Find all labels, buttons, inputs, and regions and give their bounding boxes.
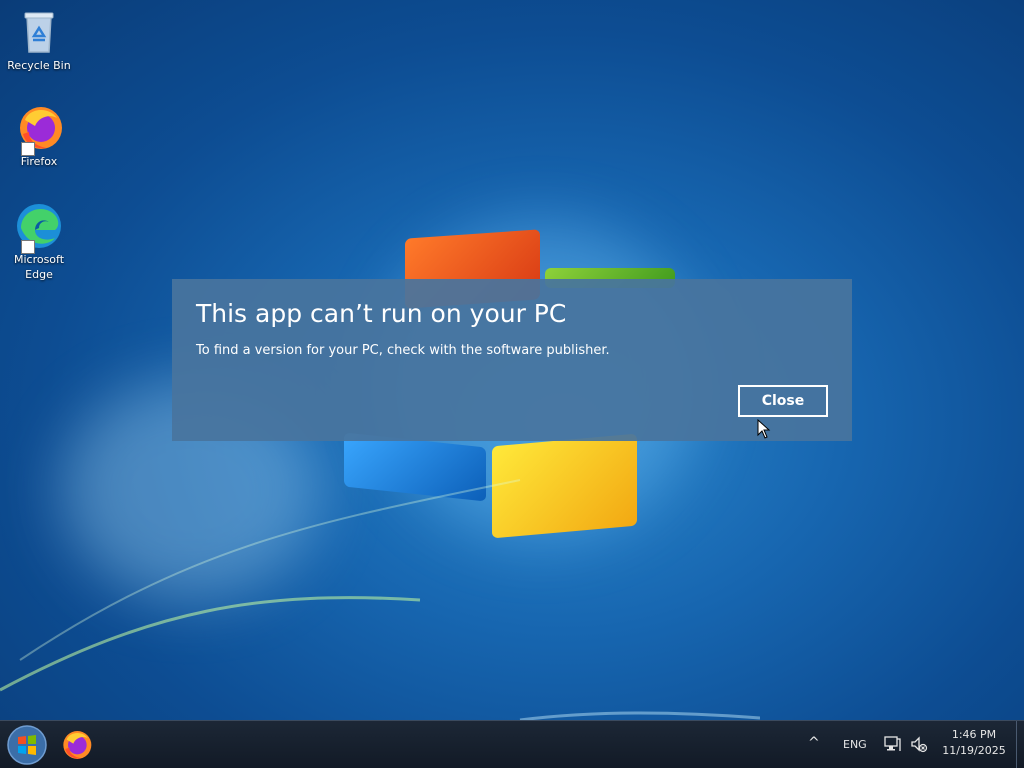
desktop-icon-label: Recycle Bin	[7, 59, 71, 72]
volume-muted-icon[interactable]	[910, 735, 928, 757]
dialog-message: To find a version for your PC, check wit…	[196, 343, 610, 358]
taskbar-firefox-button[interactable]	[60, 729, 92, 761]
tray-clock[interactable]: 1:46 PM 11/19/2025	[936, 727, 1012, 759]
clock-date: 11/19/2025	[942, 744, 1006, 757]
edge-icon	[15, 202, 63, 254]
recycle-bin-icon	[15, 8, 63, 56]
windows-logo-icon	[7, 725, 47, 765]
dialog-title: This app can’t run on your PC	[196, 299, 567, 328]
tray-language-indicator[interactable]: ENG	[843, 738, 867, 751]
shortcut-arrow-icon	[21, 142, 35, 156]
shortcut-arrow-icon	[21, 240, 35, 254]
desktop[interactable]: Recycle Bin Firefox Microsoft Edge This	[0, 0, 1024, 768]
wallpaper-swirl	[0, 479, 760, 720]
desktop-icon-label: Microsoft Edge	[13, 253, 65, 281]
network-icon[interactable]	[883, 735, 901, 757]
taskbar: ^ ENG 1:46 PM 11/19/2025	[0, 720, 1024, 768]
show-desktop-button[interactable]	[1016, 721, 1024, 768]
clock-time: 1:46 PM	[951, 728, 997, 741]
desktop-icon-edge[interactable]: Microsoft Edge	[4, 202, 74, 282]
desktop-icon-firefox[interactable]: Firefox	[4, 104, 74, 169]
mouse-cursor-icon	[757, 419, 771, 439]
start-button[interactable]	[6, 724, 48, 766]
tray-overflow-chevron-icon[interactable]: ^	[808, 735, 820, 751]
close-button[interactable]: Close	[738, 385, 828, 417]
firefox-icon	[15, 104, 63, 156]
firefox-icon	[63, 731, 92, 759]
error-dialog: This app can’t run on your PC To find a …	[172, 279, 852, 441]
desktop-icon-recycle-bin[interactable]: Recycle Bin	[4, 8, 74, 73]
desktop-icon-label: Firefox	[20, 155, 58, 168]
